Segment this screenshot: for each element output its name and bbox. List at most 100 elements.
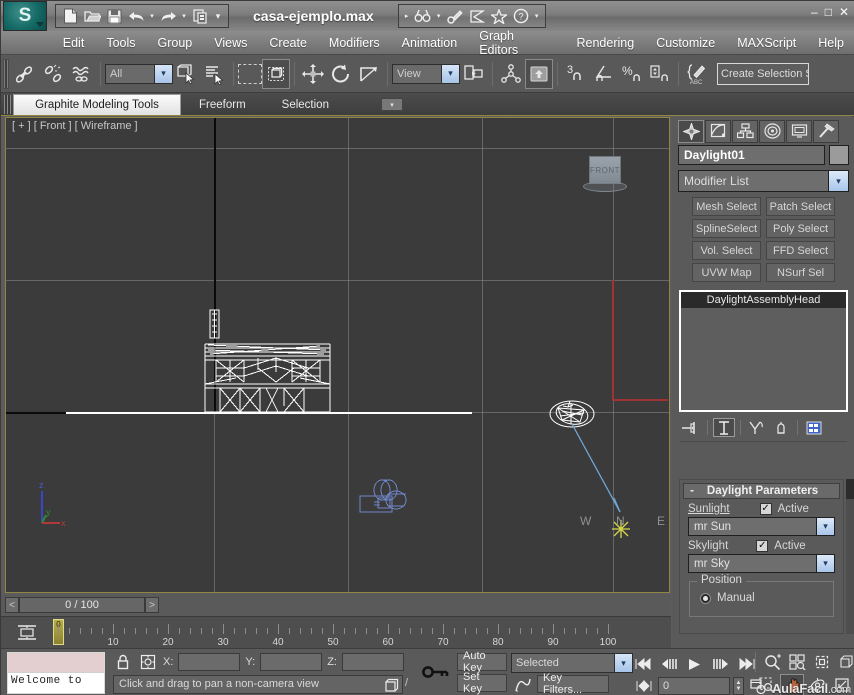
modify-tab[interactable]	[705, 119, 731, 143]
set-project-folder-icon[interactable]	[189, 6, 211, 26]
application-menu-button[interactable]: S	[3, 1, 47, 31]
key-step-toggle-icon[interactable]	[633, 675, 655, 695]
percent-snap-toggle-icon[interactable]: %	[618, 59, 646, 89]
view-cube-compass-ring[interactable]	[583, 181, 627, 192]
command-panel-scrollbar[interactable]	[846, 479, 854, 634]
skylight-active-checkbox[interactable]: ✓	[756, 540, 769, 552]
view-cube[interactable]: FRONT	[583, 156, 627, 192]
chevron-down-icon[interactable]: ▾	[614, 654, 632, 672]
save-file-icon[interactable]	[103, 6, 125, 26]
undo-icon[interactable]	[125, 6, 147, 26]
collapse-rollout-icon[interactable]: -	[684, 485, 700, 497]
utilities-tab[interactable]	[813, 119, 839, 143]
scrollbar-thumb[interactable]	[846, 479, 854, 499]
remove-modifier-icon[interactable]	[770, 418, 792, 437]
time-spinner[interactable]: ▲ ▼	[733, 677, 744, 695]
create-selection-set-input[interactable]: Create Selection S	[717, 62, 809, 85]
modifier-list-combo[interactable]: Modifier List ▾	[678, 170, 849, 192]
rectangular-selection-region-icon[interactable]	[238, 63, 262, 84]
window-crossing-toggle-icon[interactable]	[262, 58, 290, 89]
menu-item-rendering[interactable]: Rendering	[566, 34, 646, 52]
sunlight-active-checkbox[interactable]: ✓	[759, 503, 772, 515]
ribbon-tab-selection[interactable]: Selection	[264, 94, 347, 115]
current-time-field[interactable]: 0	[658, 677, 730, 695]
ribbon-grip[interactable]	[4, 95, 11, 114]
select-and-link-icon[interactable]	[12, 59, 40, 89]
auto-key-button[interactable]: Auto Key	[457, 650, 507, 674]
modifier-stack-entry[interactable]: DaylightAssemblyHead	[681, 292, 846, 308]
viewport-front-wireframe[interactable]: [ + ] [ Front ] [ Wireframe ] W N E FRON…	[5, 117, 670, 593]
hierarchy-tab[interactable]	[732, 119, 758, 143]
sunlight-type-combo[interactable]: mr Sun ▾	[688, 517, 835, 536]
select-and-rotate-icon[interactable]	[327, 59, 355, 89]
display-tab[interactable]	[786, 119, 812, 143]
reference-coordinate-system-combo[interactable]: View ▾	[392, 63, 460, 84]
modifier-button-ffd-select[interactable]: FFD Select	[766, 241, 835, 260]
message-log-panel[interactable]: Welcome to	[7, 652, 105, 694]
menu-item-modifiers[interactable]: Modifiers	[318, 34, 391, 52]
chevron-down-icon[interactable]: ▾	[154, 64, 172, 83]
object-color-swatch[interactable]	[829, 145, 849, 165]
create-tab[interactable]	[678, 119, 704, 143]
new-file-icon[interactable]	[59, 6, 81, 26]
helper-object-wireframe[interactable]	[358, 474, 416, 520]
menu-item-tools[interactable]: Tools	[95, 34, 146, 52]
menu-item-animation[interactable]: Animation	[391, 34, 469, 52]
play-animation-button[interactable]	[683, 653, 707, 675]
animation-key-mode-combo[interactable]: Selected ▾	[511, 653, 633, 673]
unlink-selection-icon[interactable]	[40, 59, 68, 89]
spinner-snap-toggle-icon[interactable]	[646, 59, 674, 89]
zoom-extents-button[interactable]	[810, 651, 834, 673]
qat-expand-icon[interactable]: ▸	[402, 6, 412, 26]
house-wireframe-model[interactable]	[196, 288, 346, 418]
pin-stack-icon[interactable]	[680, 418, 702, 437]
menu-item-group[interactable]: Group	[147, 34, 204, 52]
viewport-label[interactable]: [ + ] [ Front ] [ Wireframe ]	[12, 120, 138, 132]
menu-item-views[interactable]: Views	[203, 34, 258, 52]
ribbon-tab-graphite-modeling-tools[interactable]: Graphite Modeling Tools	[13, 94, 181, 115]
chevron-down-icon[interactable]: ▾	[816, 555, 834, 572]
select-and-move-icon[interactable]	[299, 59, 327, 89]
previous-frame-arrow[interactable]: <	[5, 597, 19, 613]
menu-item-help[interactable]: Help	[807, 34, 854, 52]
zoom-button[interactable]	[760, 651, 784, 673]
render-setup-icon[interactable]	[466, 6, 488, 26]
mirror-icon[interactable]	[497, 59, 525, 89]
lock-selection-icon[interactable]	[113, 652, 133, 672]
bind-to-space-warp-icon[interactable]	[68, 59, 96, 89]
angle-snap-toggle-icon[interactable]	[590, 59, 618, 89]
modifier-button-vol-select[interactable]: Vol. Select	[692, 241, 761, 260]
modifier-button-spline-select[interactable]: SplineSelect	[692, 219, 761, 238]
key-mode-toggle-icon[interactable]	[421, 661, 451, 683]
goto-start-button[interactable]	[631, 653, 655, 675]
modifier-stack[interactable]: DaylightAssemblyHead	[679, 290, 848, 412]
key-filters-button[interactable]: Key Filters...	[537, 672, 609, 695]
favorites-icon[interactable]	[488, 6, 510, 26]
roll-out-header[interactable]: - Daylight Parameters	[683, 483, 840, 499]
chevron-down-icon[interactable]: ▾	[828, 171, 848, 191]
ribbon-tab-freeform[interactable]: Freeform	[181, 94, 264, 115]
object-name-input[interactable]: Daylight01	[678, 145, 825, 165]
redo-dropdown-icon[interactable]: ▾	[179, 6, 189, 26]
position-manual-radio[interactable]	[700, 592, 711, 604]
scene-explorer-icon[interactable]	[412, 6, 434, 26]
menu-item-create[interactable]: Create	[258, 34, 318, 52]
open-mini-curve-editor-icon[interactable]	[15, 622, 39, 644]
chevron-down-icon[interactable]: ▾	[441, 64, 459, 83]
adaptive-degradation-icon[interactable]	[381, 676, 401, 694]
menu-item-edit[interactable]: Edit	[52, 34, 96, 52]
modifier-button-uvw-map[interactable]: UVW Map	[692, 263, 761, 282]
coordinate-field-z[interactable]	[341, 653, 404, 671]
maximize-button[interactable]: □	[825, 6, 832, 18]
menu-item-graph-editors[interactable]: Graph Editors	[468, 27, 565, 59]
scene-explorer-dropdown-icon[interactable]: ▾	[434, 6, 444, 26]
curve-editor-icon[interactable]	[513, 675, 533, 695]
select-by-name-icon[interactable]	[201, 59, 229, 89]
make-unique-icon[interactable]	[746, 418, 768, 437]
help-icon[interactable]: ?	[510, 6, 532, 26]
use-center-flyout-icon[interactable]	[460, 59, 488, 89]
edit-named-selection-sets-icon[interactable]: ABC	[683, 59, 711, 89]
view-cube-face-front[interactable]: FRONT	[589, 156, 621, 184]
quick-access-dropdown-icon[interactable]: ▾	[211, 6, 225, 26]
toolbar-grip[interactable]	[3, 58, 9, 89]
